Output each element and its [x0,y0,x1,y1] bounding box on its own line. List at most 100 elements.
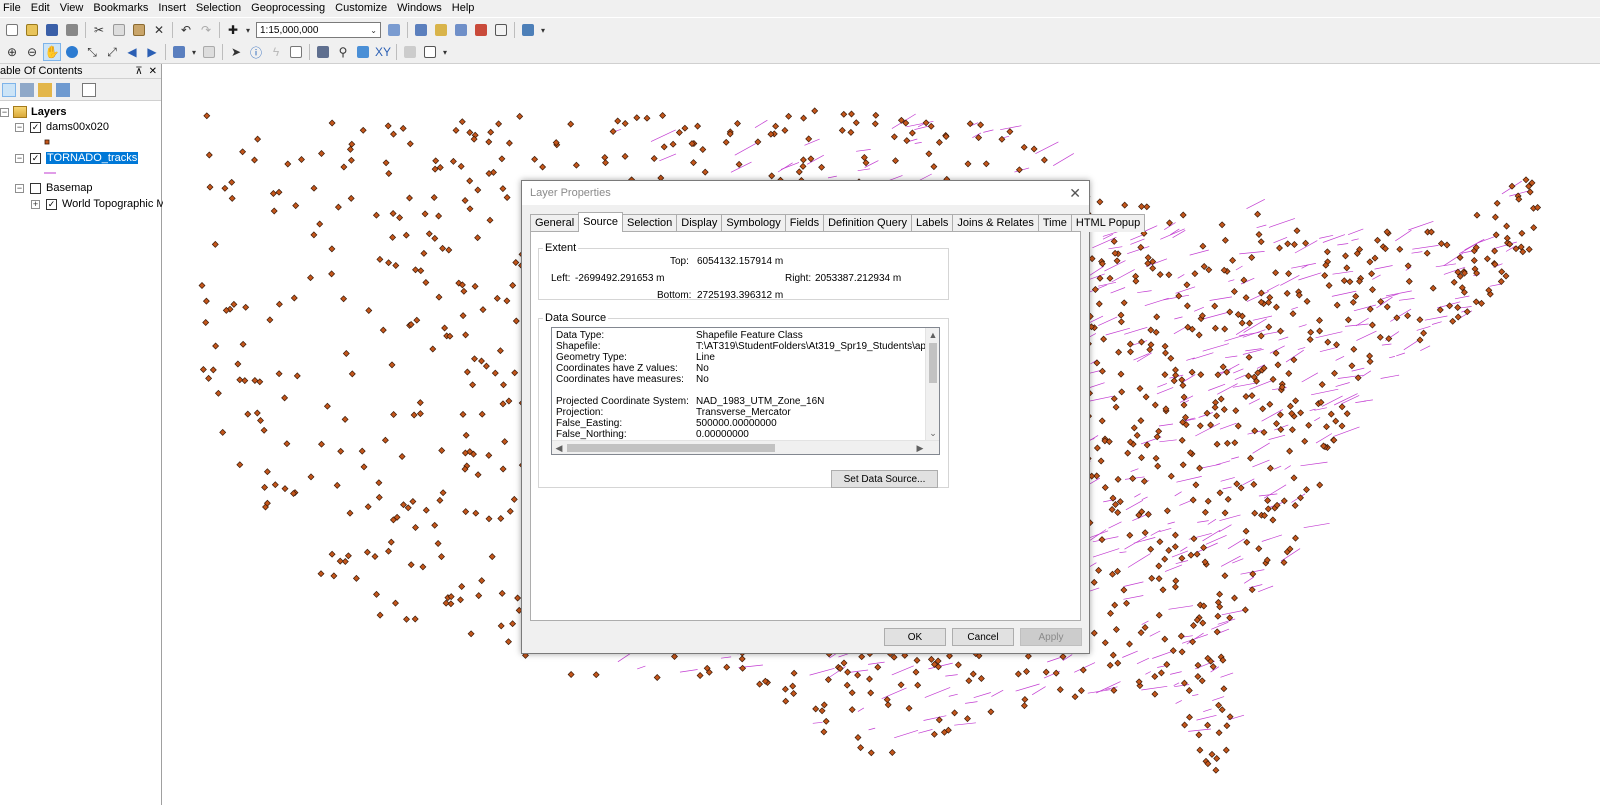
ok-button[interactable]: OK [884,628,946,646]
select-features-icon[interactable] [170,43,188,61]
tab-source[interactable]: Source [578,212,623,232]
select-dropdown-icon[interactable]: ▾ [190,43,198,61]
scroll-thumb[interactable] [567,444,775,452]
delete-icon[interactable]: ✕ [150,21,168,39]
collapse-icon[interactable]: − [0,107,9,117]
layer-row-world-topographic[interactable]: + ✓ World Topographic M [31,197,166,211]
menu-bookmarks[interactable]: Bookmarks [88,0,153,17]
menu-customize[interactable]: Customize [330,0,392,17]
tab-display[interactable]: Display [676,214,723,232]
add-data-dropdown-icon[interactable]: ▾ [244,21,252,39]
print-icon[interactable] [63,21,81,39]
cut-icon[interactable]: ✂ [90,21,108,39]
arctoolbox-icon[interactable] [472,21,490,39]
tab-general[interactable]: General [530,214,580,232]
horizontal-scrollbar[interactable]: ◀ ▶ [552,440,939,454]
close-icon[interactable]: ✕ [149,66,157,77]
zoom-in-icon[interactable]: ⊕ [3,43,21,61]
collapse-icon[interactable]: − [15,122,24,132]
map-scale-combo[interactable]: 1:15,000,000 ⌄ [256,22,381,38]
scroll-left-icon[interactable]: ◀ [552,441,566,454]
new-document-icon[interactable] [3,21,21,39]
pin-icon[interactable]: ⊼ [135,66,142,77]
layer-visibility-checkbox[interactable]: ✓ [30,152,41,164]
redo-icon[interactable]: ↷ [197,21,215,39]
set-data-source-button[interactable]: Set Data Source... [831,470,938,488]
tab-joins-relates[interactable]: Joins & Relates [952,214,1039,232]
paste-icon[interactable] [130,21,148,39]
python-window-icon[interactable] [492,21,510,39]
copy-icon[interactable] [110,21,128,39]
clear-selection-icon[interactable] [200,43,218,61]
toolbar-options-icon[interactable]: ▾ [441,43,449,61]
full-extent-icon[interactable] [63,43,81,61]
layer-visibility-checkbox[interactable]: ✓ [30,121,41,133]
find-route-icon[interactable] [354,43,372,61]
table-of-contents-icon[interactable] [412,21,430,39]
find-binoculars-icon[interactable]: ⚲ [334,43,352,61]
layer-visibility-checkbox[interactable]: ✓ [46,198,57,210]
modelbuilder-icon[interactable] [519,21,537,39]
time-slider-icon[interactable] [401,43,419,61]
html-popup-icon[interactable] [287,43,305,61]
tree-root-layers[interactable]: − Layers [0,105,66,119]
collapse-icon[interactable]: − [15,183,24,193]
tab-time[interactable]: Time [1037,214,1072,232]
open-folder-icon[interactable] [23,21,41,39]
tornado-symbol[interactable] [44,166,56,180]
hyperlink-icon[interactable]: ϟ [267,43,285,61]
layer-visibility-checkbox[interactable] [30,182,41,194]
list-by-selection-icon[interactable] [56,82,70,97]
close-icon[interactable]: ✕ [1069,185,1081,202]
collapse-icon[interactable]: − [15,153,24,163]
apply-button[interactable]: Apply [1020,628,1082,646]
create-viewer-window-icon[interactable] [421,43,439,61]
save-icon[interactable] [43,21,61,39]
tab-definition-query[interactable]: Definition Query [823,214,912,232]
layer-row-dams[interactable]: − ✓ dams00x020 [15,120,109,134]
select-elements-icon[interactable]: ➤ [227,43,245,61]
identify-icon[interactable]: ⓘ [247,43,265,61]
go-to-xy-icon[interactable]: XY [374,43,392,61]
menu-geoprocessing[interactable]: Geoprocessing [246,0,330,17]
menu-file[interactable]: File [0,0,26,17]
undo-icon[interactable]: ↶ [177,21,195,39]
tab-labels[interactable]: Labels [910,214,954,232]
scroll-thumb[interactable] [929,343,937,383]
catalog-icon[interactable] [432,21,450,39]
fixed-zoom-in-icon[interactable]: ⤡ [83,43,101,61]
toolbar-options-icon[interactable]: ▾ [539,21,547,39]
tab-html-popup[interactable]: HTML Popup [1070,214,1146,232]
scroll-right-icon[interactable]: ▶ [913,441,927,454]
layer-row-basemap[interactable]: − Basemap [15,181,92,195]
scroll-down-icon[interactable]: ⌄ [926,426,939,440]
forward-extent-icon[interactable]: ▶ [143,43,161,61]
tab-selection[interactable]: Selection [622,214,678,232]
dams-symbol[interactable] [44,135,50,149]
tab-fields[interactable]: Fields [784,214,825,232]
search-window-icon[interactable] [452,21,470,39]
menu-help[interactable]: Help [447,0,480,17]
list-by-source-icon[interactable] [20,82,34,97]
pan-hand-icon[interactable]: ✋ [43,43,61,61]
layer-row-tornado[interactable]: − ✓ TORNADO_tracks [15,151,139,165]
list-by-visibility-icon[interactable] [38,82,52,97]
menu-selection[interactable]: Selection [191,0,246,17]
list-by-drawing-order-icon[interactable] [2,82,16,97]
toc-options-icon[interactable] [82,82,96,97]
data-source-listbox[interactable]: Data Type: Shapefile Feature Class Shape… [551,327,940,455]
menu-edit[interactable]: Edit [26,0,55,17]
menu-view[interactable]: View [55,0,89,17]
dialog-titlebar[interactable]: Layer Properties ✕ [522,181,1089,205]
fixed-zoom-out-icon[interactable]: ⤢ [103,43,121,61]
expand-icon[interactable]: + [31,199,40,209]
add-data-icon[interactable]: ✚ [224,21,242,39]
vertical-scrollbar[interactable]: ▲ ⌄ [925,328,939,440]
editor-toolbar-icon[interactable] [385,21,403,39]
menu-insert[interactable]: Insert [153,0,191,17]
tab-symbology[interactable]: Symbology [721,214,786,232]
scroll-up-icon[interactable]: ▲ [926,328,939,342]
measure-icon[interactable] [314,43,332,61]
zoom-out-icon[interactable]: ⊖ [23,43,41,61]
back-extent-icon[interactable]: ◀ [123,43,141,61]
